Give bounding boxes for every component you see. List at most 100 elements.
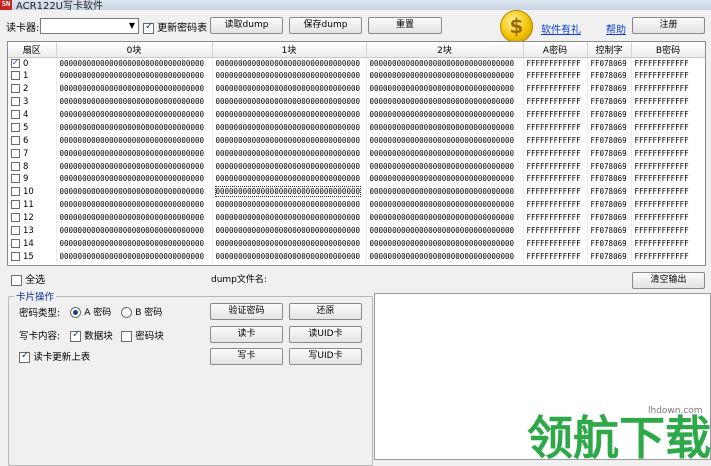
- key-b-cell[interactable]: FFFFFFFFFFFF: [631, 121, 705, 135]
- sector-checkbox[interactable]: [11, 161, 20, 171]
- table-row[interactable]: 0000000000000000000000000000000000000000…: [8, 57, 705, 70]
- access-bits-cell[interactable]: FF078069: [587, 147, 632, 161]
- sector-cell[interactable]: 6: [8, 134, 57, 148]
- key-a-cell[interactable]: FFFFFFFFFFFF: [523, 108, 588, 122]
- help-link[interactable]: 帮助: [606, 21, 626, 36]
- block1-cell[interactable]: 00000000000000000000000000000000: [212, 134, 367, 148]
- key-b-cell[interactable]: FFFFFFFFFFFF: [631, 237, 705, 251]
- table-row[interactable]: 13 00000000000000000000000000000000 000000…: [8, 224, 705, 238]
- access-bits-cell[interactable]: FF078069: [587, 160, 632, 174]
- column-header-block1[interactable]: 1块: [212, 42, 367, 58]
- block1-cell[interactable]: 00000000000000000000000000000000: [212, 173, 367, 186]
- reader-select[interactable]: ▼: [40, 18, 139, 34]
- key-b-cell[interactable]: FFFFFFFFFFFF: [631, 95, 705, 109]
- key-a-cell[interactable]: FFFFFFFFFFFF: [523, 250, 588, 264]
- table-row[interactable]: 10 00000000000000000000000000000000000000…: [8, 185, 705, 199]
- key-b-cell[interactable]: FFFFFFFFFFFF: [631, 82, 705, 96]
- key-a-cell[interactable]: FFFFFFFFFFFF: [523, 82, 588, 96]
- key-b-option[interactable]: B 密码: [121, 305, 162, 318]
- key-b-cell[interactable]: FFFFFFFFFFFF: [631, 108, 705, 122]
- block1-cell[interactable]: 00000000000000000000000000000000: [212, 250, 367, 264]
- block2-cell[interactable]: 00000000000000000000000000000000: [366, 250, 524, 264]
- sector-cell[interactable]: 3: [8, 95, 57, 109]
- sector-checkbox[interactable]: [11, 122, 20, 132]
- access-bits-cell[interactable]: FF078069: [587, 224, 632, 238]
- column-header-sector[interactable]: 扇区: [8, 42, 57, 58]
- table-row[interactable]: 9 00000000000000000000000000000000 0000000…: [8, 173, 705, 186]
- access-bits-cell[interactable]: FF078069: [587, 237, 632, 251]
- table-row[interactable]: 1000000000000000000000000000000000000000…: [8, 69, 705, 83]
- select-all-checkbox[interactable]: [11, 274, 22, 286]
- sector-cell[interactable]: 8: [8, 160, 57, 174]
- access-bits-cell[interactable]: FF078069: [587, 95, 632, 109]
- block1-cell[interactable]: 00000000000000000000000000000000: [212, 198, 367, 212]
- sector-checkbox[interactable]: [11, 238, 20, 248]
- access-bits-cell[interactable]: FF078069: [587, 250, 632, 264]
- sector-checkbox[interactable]: [11, 57, 20, 69]
- key-a-cell[interactable]: FFFFFFFFFFFF: [523, 57, 588, 70]
- key-b-cell[interactable]: FFFFFFFFFFFF: [631, 134, 705, 148]
- key-a-cell[interactable]: FFFFFFFFFFFF: [523, 95, 588, 109]
- block2-cell[interactable]: 00000000000000000000000000000000: [366, 211, 524, 225]
- sector-cell[interactable]: 13: [8, 224, 57, 238]
- table-row[interactable]: 7 00000000000000000000000000000000 0000000…: [8, 147, 705, 161]
- block2-cell[interactable]: 00000000000000000000000000000000: [366, 160, 524, 174]
- key-b-cell[interactable]: FFFFFFFFFFFF: [631, 224, 705, 238]
- key-b-cell[interactable]: FFFFFFFFFFFF: [631, 198, 705, 212]
- key-b-cell[interactable]: FFFFFFFFFFFF: [631, 185, 705, 199]
- reset-button[interactable]: 重置: [368, 17, 442, 34]
- block2-cell[interactable]: 00000000000000000000000000000000: [366, 69, 524, 83]
- key-b-cell[interactable]: FFFFFFFFFFFF: [631, 250, 705, 264]
- table-row[interactable]: 2 00000000000000000000000000000000 0000000…: [8, 82, 705, 96]
- block0-cell[interactable]: 00000000000000000000000000000000: [56, 237, 213, 251]
- block2-cell[interactable]: 00000000000000000000000000000000: [366, 237, 524, 251]
- update-key-table-option[interactable]: 更新密码表: [143, 19, 207, 34]
- key-a-cell[interactable]: FFFFFFFFFFFF: [523, 198, 588, 212]
- sector-checkbox[interactable]: [11, 110, 20, 119]
- block1-cell[interactable]: 00000000000000000000000000000000: [212, 147, 367, 161]
- select-all-option[interactable]: 全选: [11, 271, 45, 286]
- write-card-button[interactable]: 写卡: [210, 348, 283, 365]
- sector-cell[interactable]: 10: [8, 185, 57, 199]
- access-bits-cell[interactable]: FF078069: [587, 198, 632, 212]
- sector-checkbox[interactable]: [11, 226, 20, 236]
- key-a-cell[interactable]: FFFFFFFFFFFF: [523, 121, 588, 135]
- save-dump-button[interactable]: 保存dump: [289, 17, 362, 34]
- access-bits-cell[interactable]: FF078069: [587, 134, 632, 148]
- block1-cell[interactable]: 00000000000000000000000000000000: [212, 224, 367, 238]
- column-header-access-bits[interactable]: 控制字: [587, 42, 632, 58]
- sector-cell[interactable]: 12: [8, 211, 57, 225]
- sector-checkbox[interactable]: [11, 84, 20, 94]
- access-bits-cell[interactable]: FF078069: [587, 211, 632, 225]
- sector-checkbox[interactable]: [11, 187, 20, 197]
- table-row[interactable]: 4 00000000000000000000000000000000 0000000…: [8, 108, 705, 122]
- block2-cell[interactable]: 00000000000000000000000000000000: [366, 173, 524, 186]
- sector-cell[interactable]: 9: [8, 173, 57, 186]
- data-block-checkbox[interactable]: [70, 329, 81, 342]
- block1-cell[interactable]: 00000000000000000000000000000000: [212, 82, 367, 96]
- block0-cell[interactable]: 00000000000000000000000000000000: [56, 173, 213, 186]
- access-bits-cell[interactable]: FF078069: [587, 57, 632, 70]
- table-row[interactable]: 15 00000000000000000000000000000000 000000…: [8, 250, 705, 264]
- refresh-after-read-checkbox[interactable]: [19, 350, 30, 363]
- write-uid-card-button[interactable]: 写UID卡: [289, 348, 362, 365]
- block0-cell[interactable]: 00000000000000000000000000000000: [56, 121, 213, 135]
- block2-cell[interactable]: 00000000000000000000000000000000: [366, 147, 524, 161]
- key-b-cell[interactable]: FFFFFFFFFFFF: [631, 211, 705, 225]
- block2-cell[interactable]: 00000000000000000000000000000000: [366, 185, 524, 199]
- sector-checkbox[interactable]: [11, 251, 20, 261]
- block1-cell[interactable]: 00000000000000000000000000000000: [212, 57, 367, 70]
- key-b-cell[interactable]: FFFFFFFFFFFF: [631, 173, 705, 186]
- block2-cell[interactable]: 00000000000000000000000000000000: [366, 134, 524, 148]
- read-uid-card-button[interactable]: 读UID卡: [289, 326, 362, 343]
- block0-cell[interactable]: 00000000000000000000000000000000: [56, 250, 213, 264]
- refresh-after-read-option[interactable]: 读卡更新上表: [19, 349, 90, 363]
- table-row[interactable]: 12 00000000000000000000000000000000 000000…: [8, 211, 705, 225]
- software-gift-link[interactable]: 软件有礼: [541, 21, 581, 36]
- block0-cell[interactable]: 00000000000000000000000000000000: [56, 211, 213, 225]
- block1-cell[interactable]: 00000000000000000000000000000000: [212, 185, 367, 199]
- key-a-cell[interactable]: FFFFFFFFFFFF: [523, 224, 588, 238]
- block2-cell[interactable]: 00000000000000000000000000000000: [366, 224, 524, 238]
- key-a-option[interactable]: A 密码: [70, 305, 111, 318]
- block2-cell[interactable]: 00000000000000000000000000000000: [366, 121, 524, 135]
